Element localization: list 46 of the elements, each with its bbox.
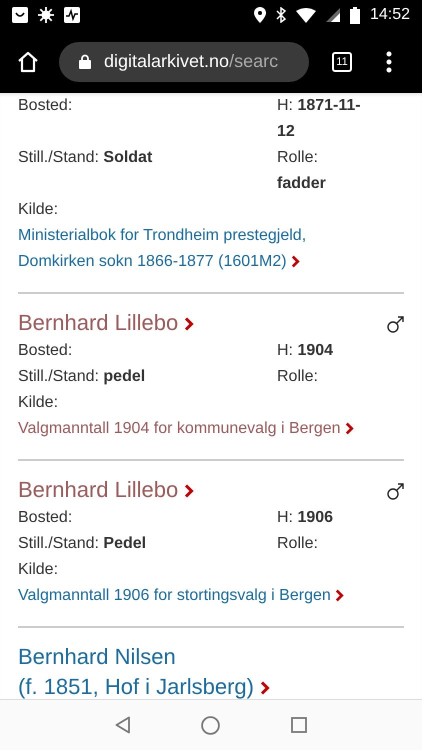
menu-icon[interactable] bbox=[386, 50, 392, 72]
field-text: Still./Stand: Soldat bbox=[18, 148, 154, 168]
field-text: Still./Stand: Pedel bbox=[18, 534, 148, 554]
address-bar[interactable]: digitalarkivet.no/searc bbox=[59, 42, 309, 82]
clock-time: 14:52 bbox=[370, 6, 410, 24]
chevron-icon bbox=[260, 681, 270, 696]
notification-icon bbox=[12, 7, 28, 23]
source-link[interactable]: Valgmanntall 1906 for stortingsvalg i Bergen bbox=[18, 583, 368, 609]
sun-icon bbox=[38, 7, 54, 23]
bluetooth-icon bbox=[276, 7, 286, 23]
chevron-icon bbox=[345, 422, 354, 436]
home-icon[interactable] bbox=[17, 50, 39, 72]
location-icon bbox=[254, 7, 266, 23]
field-text: H: 1906 bbox=[277, 508, 334, 528]
field-text: Bosted: bbox=[18, 341, 74, 361]
lock-icon bbox=[79, 54, 91, 69]
person-name-link[interactable]: Bernhard Lillebo bbox=[18, 308, 194, 338]
chevron-icon bbox=[184, 484, 194, 498]
tab-count-button[interactable]: 11 bbox=[332, 52, 352, 72]
field-label: Kilde: bbox=[18, 560, 60, 580]
activity-icon bbox=[64, 7, 80, 23]
chevron-icon bbox=[291, 255, 300, 268]
person-detail-link[interactable]: (f. 1851, Hof i Jarlsberg) bbox=[18, 672, 270, 699]
field-text: Rolle: fadder bbox=[277, 148, 327, 194]
person-name-link[interactable]: Bernhard Nilsen bbox=[18, 642, 270, 672]
person-name-link[interactable]: Bernhard Lillebo bbox=[18, 475, 194, 505]
chevron-icon bbox=[335, 589, 344, 602]
wifi-icon bbox=[296, 8, 316, 22]
field-text: Rolle: bbox=[277, 534, 319, 554]
source-link[interactable]: Ministerialbok for Trondheim prestegjeld, Domkirken sokn 1866-1877 (1601M2) bbox=[18, 223, 368, 275]
source-link[interactable]: Valgmanntall 1904 for kommunevalg i Bergen bbox=[18, 416, 368, 442]
field-text: Bosted: bbox=[18, 508, 74, 528]
field-text: Rolle: bbox=[277, 367, 319, 387]
field-text: H: 1871-11-12 bbox=[277, 96, 362, 142]
field-label: Kilde: bbox=[18, 200, 60, 220]
recents-icon[interactable] bbox=[290, 717, 307, 733]
field-text: Still./Stand: pedel bbox=[18, 367, 146, 387]
field-label: Kilde: bbox=[18, 393, 60, 413]
field-text: H: 1904 bbox=[277, 341, 334, 361]
battery-icon bbox=[350, 6, 360, 24]
chevron-icon bbox=[184, 317, 194, 332]
signal-icon bbox=[326, 8, 340, 22]
back-icon[interactable] bbox=[115, 716, 132, 734]
field-text: Bosted: bbox=[18, 96, 74, 116]
url-text: digitalarkivet.no/searc bbox=[104, 51, 278, 72]
home-circle-icon[interactable] bbox=[201, 716, 220, 734]
